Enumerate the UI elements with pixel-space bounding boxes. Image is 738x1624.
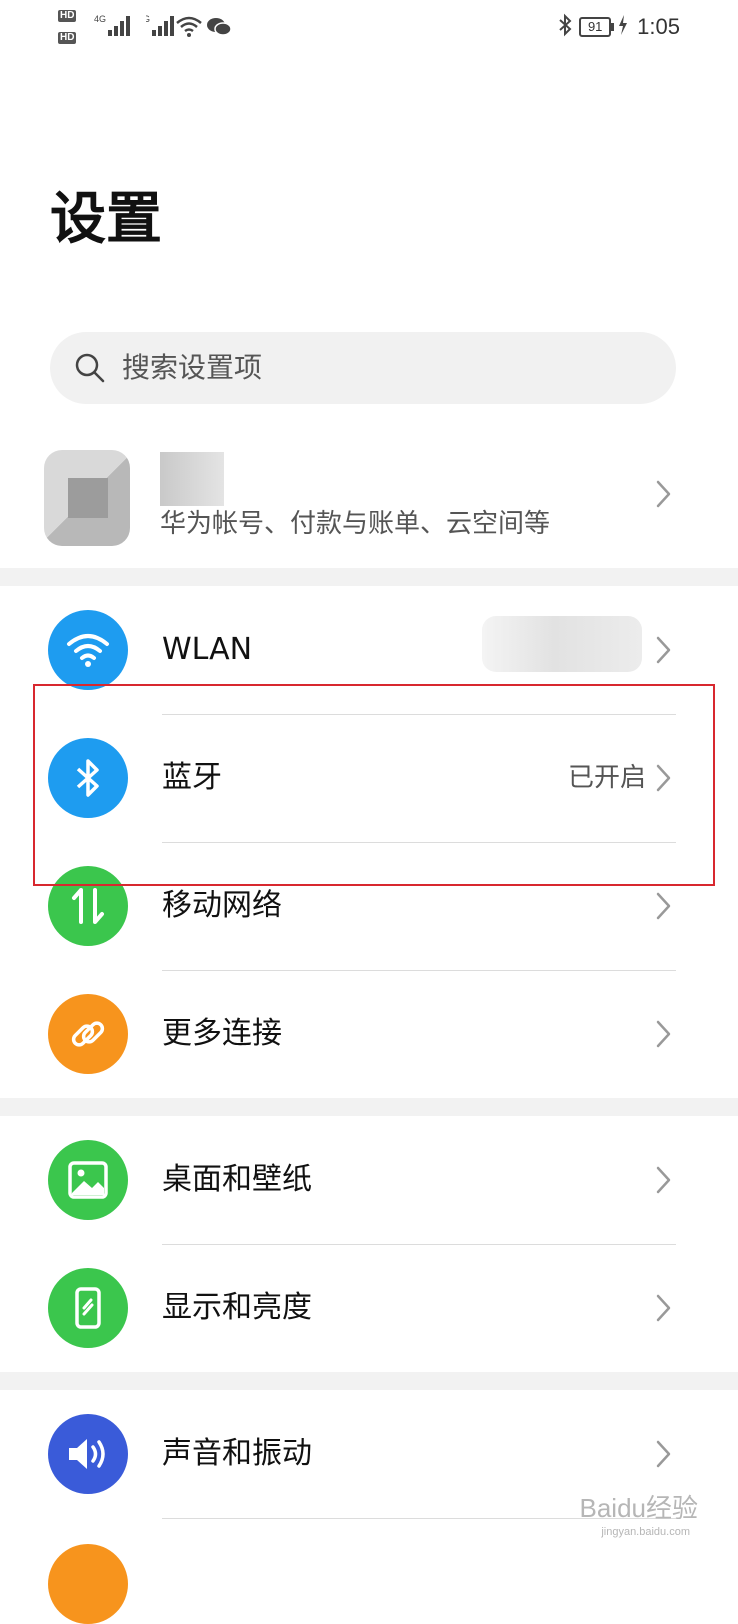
settings-item-label: 更多连接 bbox=[162, 1016, 282, 1051]
hd-voice-indicator-2: HD bbox=[58, 32, 77, 44]
wlan-network-name-blurred bbox=[482, 616, 642, 672]
hd-voice-indicator-1: HD bbox=[58, 10, 77, 22]
status-bar-right: 91 1:05 bbox=[557, 12, 680, 42]
account-name-blurred bbox=[160, 452, 224, 506]
account-subtitle: 华为帐号、付款与账单、云空间等 bbox=[160, 509, 551, 539]
chevron-right-icon bbox=[656, 892, 671, 920]
search-input[interactable]: 搜索设置项 bbox=[50, 332, 676, 404]
link-icon bbox=[48, 994, 128, 1074]
settings-item-home-wallpaper[interactable]: 桌面和壁纸 bbox=[0, 1116, 738, 1244]
chevron-right-icon bbox=[656, 480, 671, 508]
bluetooth-highlight-frame bbox=[33, 684, 715, 886]
status-bar: HD HD 4G 4G bbox=[0, 0, 738, 60]
chevron-right-icon bbox=[656, 1020, 671, 1048]
account-row[interactable]: 华为帐号、付款与账单、云空间等 bbox=[0, 430, 738, 570]
wallpaper-icon bbox=[48, 1140, 128, 1220]
section-divider bbox=[0, 1372, 738, 1390]
network-type-2: 4G bbox=[146, 14, 150, 24]
charging-icon bbox=[617, 14, 629, 41]
section-divider bbox=[0, 568, 738, 586]
chevron-right-icon bbox=[656, 636, 671, 664]
settings-item-label: 桌面和壁纸 bbox=[162, 1162, 312, 1197]
settings-item-display-brightness[interactable]: 显示和亮度 bbox=[0, 1244, 738, 1372]
sound-icon bbox=[48, 1414, 128, 1494]
settings-item-label: 移动网络 bbox=[162, 888, 282, 923]
clock: 1:05 bbox=[637, 14, 680, 39]
next-settings-item-icon[interactable] bbox=[48, 1544, 128, 1624]
wechat-notification-icon bbox=[206, 16, 232, 43]
settings-item-label: 声音和振动 bbox=[162, 1436, 312, 1471]
settings-item-label: WLAN bbox=[162, 632, 253, 667]
watermark-url: jingyan.baidu.com bbox=[601, 1526, 690, 1538]
display-icon bbox=[48, 1268, 128, 1348]
chevron-right-icon bbox=[656, 1166, 671, 1194]
wifi-icon bbox=[48, 610, 128, 690]
search-icon bbox=[74, 352, 106, 388]
bluetooth-status-icon bbox=[557, 13, 573, 42]
battery-level: 91 bbox=[579, 17, 615, 37]
network-type-1: 4G bbox=[94, 14, 106, 24]
page-title: 设置 bbox=[50, 187, 162, 252]
watermark: Baidu经验 bbox=[579, 1493, 699, 1523]
section-divider bbox=[0, 1098, 738, 1116]
avatar bbox=[44, 450, 130, 546]
chevron-right-icon bbox=[656, 1440, 671, 1468]
settings-item-more-connections[interactable]: 更多连接 bbox=[0, 970, 738, 1098]
settings-item-label: 显示和亮度 bbox=[162, 1290, 312, 1325]
wifi-status-icon bbox=[176, 16, 202, 43]
signal-strength-icon-sim1: 4G bbox=[94, 12, 138, 45]
chevron-right-icon bbox=[656, 1294, 671, 1322]
search-placeholder: 搜索设置项 bbox=[122, 351, 263, 384]
